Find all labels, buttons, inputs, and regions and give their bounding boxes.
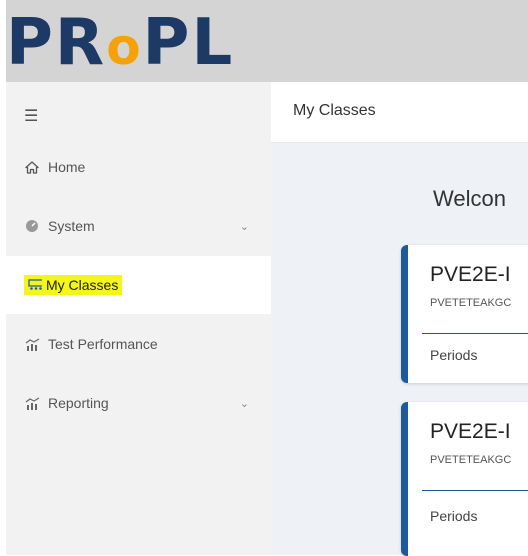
content-header: My Classes — [271, 82, 528, 143]
sidebar-item-system[interactable]: System ⌄ — [0, 197, 271, 255]
card-divider — [422, 490, 528, 491]
class-title: PVE2E-I — [430, 420, 511, 443]
app-logo[interactable]: PR o PL — [6, 6, 296, 80]
sidebar-item-my-classes[interactable]: My Classes — [0, 256, 271, 314]
bar-chart-icon — [24, 336, 40, 352]
chevron-down-icon[interactable]: ⌄ — [240, 397, 249, 410]
sidebar-item-label: System — [48, 218, 95, 234]
logo-text-part1: PR — [6, 6, 107, 80]
class-code: PVETETEAKGC — [430, 297, 512, 309]
class-card[interactable]: PVE2E-I PVETETEAKGC Periods — [401, 402, 528, 556]
welcome-heading: Welcon — [433, 186, 506, 211]
home-icon — [24, 159, 40, 175]
bar-chart-icon — [24, 395, 40, 411]
sidebar-item-reporting[interactable]: Reporting ⌄ — [0, 374, 271, 432]
gauge-icon — [24, 218, 40, 234]
page-edge — [0, 82, 6, 555]
sidebar: ☰ Home System ⌄ My Classes Test Performa… — [0, 82, 271, 555]
class-title: PVE2E-I — [430, 263, 511, 286]
top-bar: PR o PL — [0, 0, 528, 82]
logo-text-part3: PL — [142, 6, 235, 80]
page-title: My Classes — [293, 102, 376, 119]
sidebar-item-label: Test Performance — [48, 336, 158, 352]
class-card[interactable]: PVE2E-I PVETETEAKGC Periods — [401, 245, 528, 383]
chevron-down-icon[interactable]: ⌄ — [240, 220, 249, 233]
periods-label[interactable]: Periods — [430, 347, 477, 363]
sidebar-item-label: My Classes — [42, 275, 123, 295]
sidebar-item-label: Home — [48, 159, 86, 175]
hamburger-menu-icon[interactable]: ☰ — [24, 106, 42, 125]
sidebar-item-label: Reporting — [48, 395, 109, 411]
sidebar-item-home[interactable]: Home — [0, 138, 271, 196]
sidebar-item-test-performance[interactable]: Test Performance — [0, 315, 271, 373]
periods-label[interactable]: Periods — [430, 508, 477, 524]
logo-text-part2: o — [106, 18, 143, 76]
class-code: PVETETEAKGC — [430, 454, 512, 466]
card-divider — [422, 333, 528, 334]
page-edge — [0, 0, 6, 82]
